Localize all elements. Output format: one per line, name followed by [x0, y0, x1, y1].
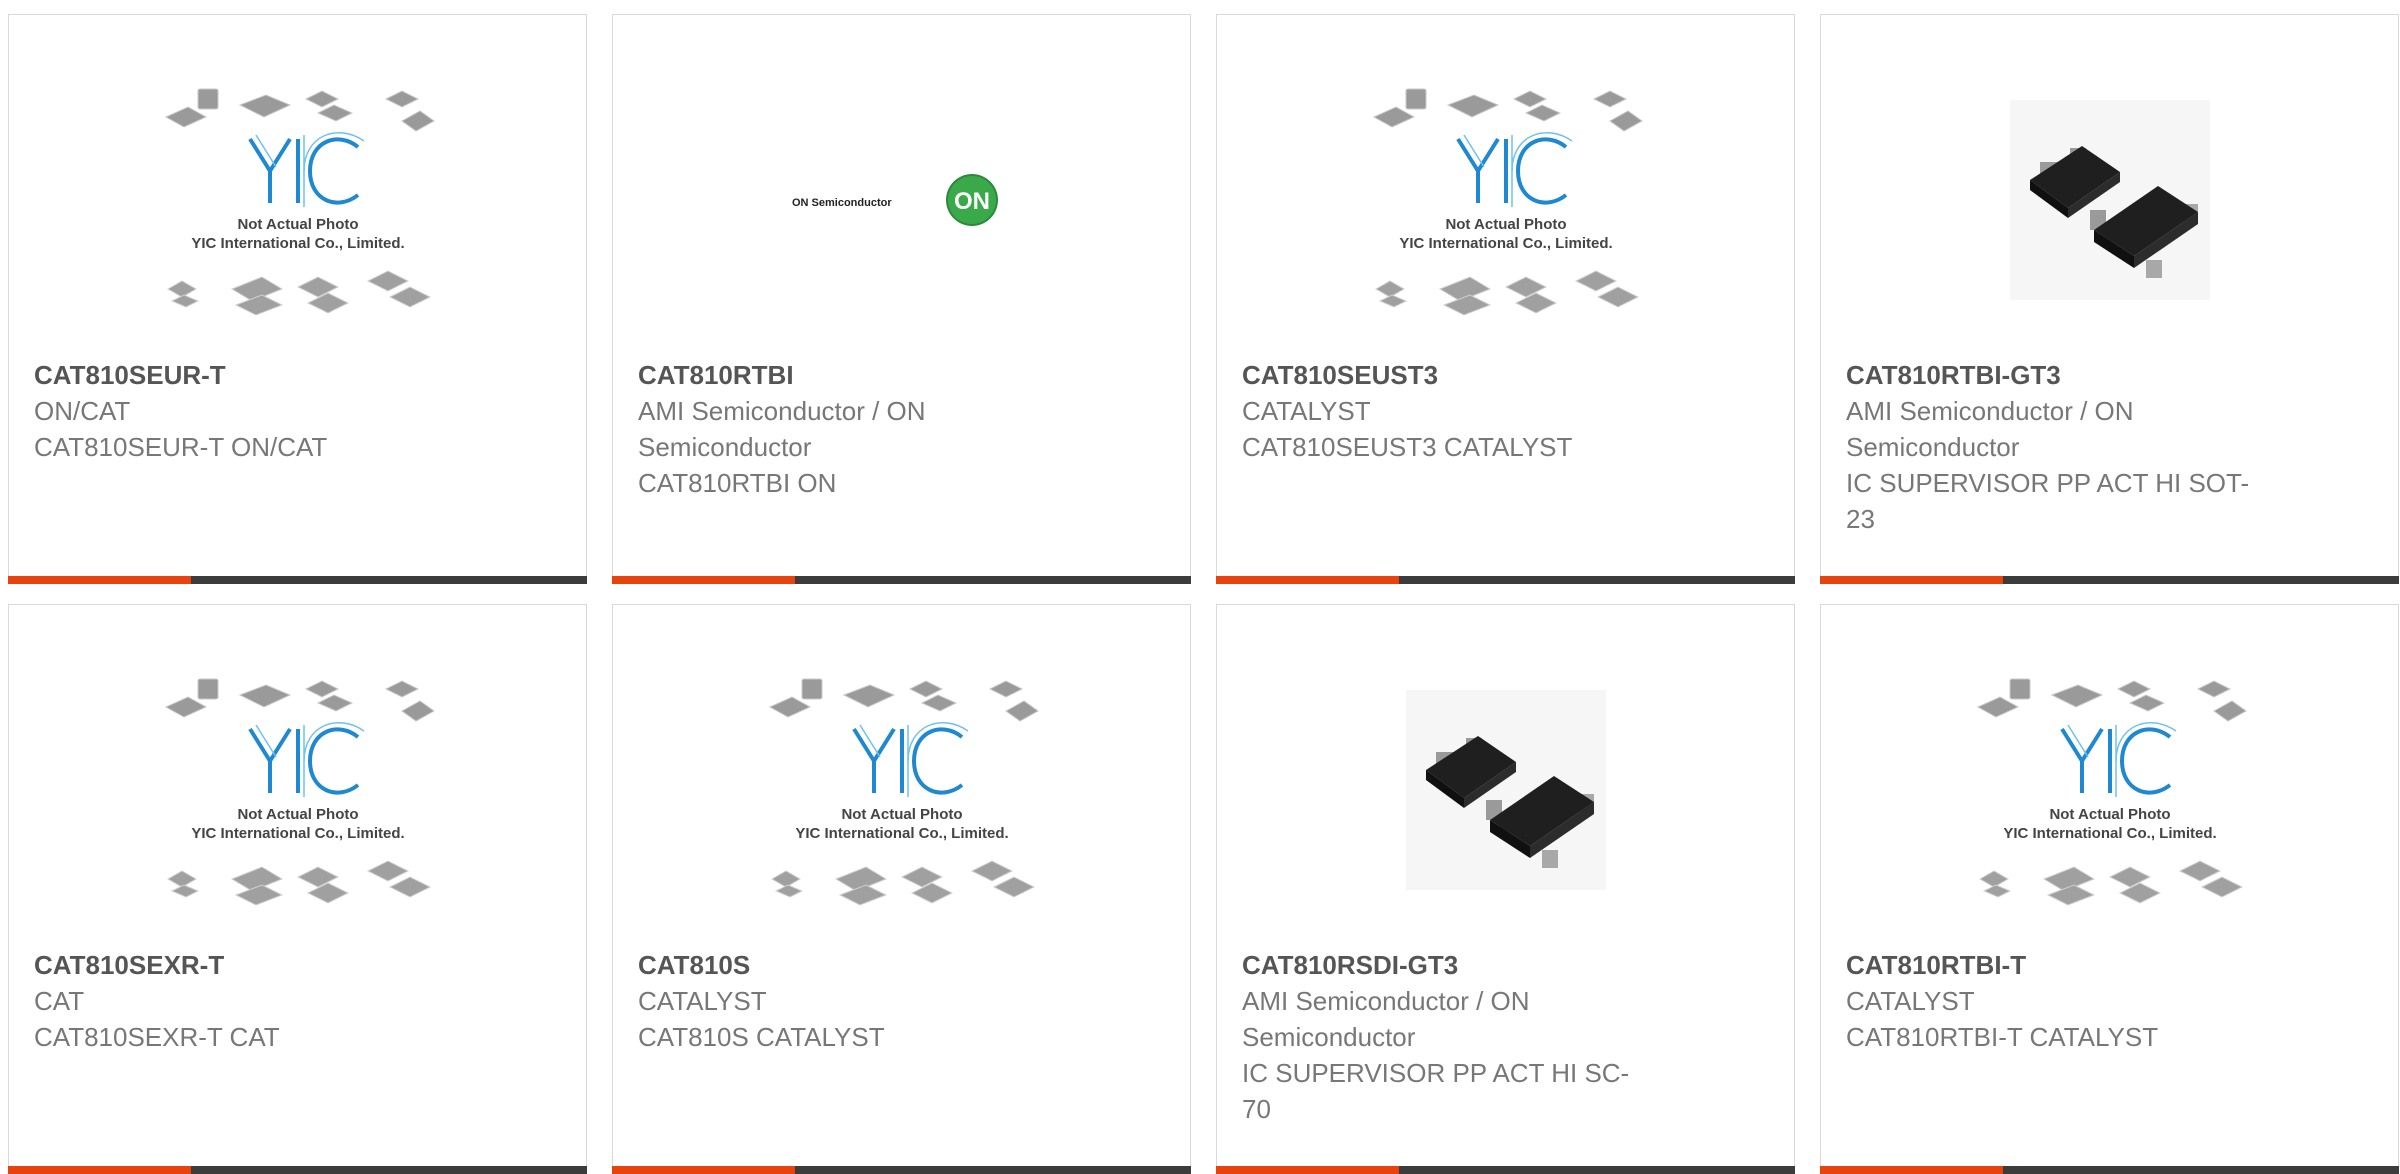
product-part-number[interactable]: CAT810S	[638, 947, 1048, 983]
product-info: CAT810RTBI-GT3 AMI Semiconductor / ON Se…	[1846, 357, 2256, 537]
card-bottom-bar	[612, 1166, 1191, 1174]
product-image[interactable]: ON Semiconductor ON	[613, 45, 1190, 355]
product-part-number[interactable]: CAT810RTBI-GT3	[1846, 357, 2256, 393]
placeholder-line2: YIC International Co., Limited.	[2003, 825, 2216, 842]
yic-placeholder-image: Not Actual Photo YIC International Co., …	[164, 678, 435, 906]
product-card[interactable]: CAT810RSDI-GT3 AMI Semiconductor / ON Se…	[1216, 604, 1795, 1174]
product-image[interactable]: Not Actual Photo YIC International Co., …	[613, 635, 1190, 945]
product-description: CAT810SEXR-T CAT	[34, 1022, 280, 1052]
product-image[interactable]: Not Actual Photo YIC International Co., …	[9, 45, 586, 355]
product-description: CAT810RTBI-T CATALYST	[1846, 1022, 2159, 1052]
product-grid: Not Actual Photo YIC International Co., …	[8, 14, 2399, 1174]
product-info: CAT810RTBI AMI Semiconductor / ON Semico…	[638, 357, 1048, 501]
product-part-number[interactable]: CAT810SEUR-T	[34, 357, 444, 393]
product-card[interactable]: Not Actual Photo YIC International Co., …	[1820, 604, 2399, 1174]
sot-package-photo	[1405, 690, 1606, 890]
product-manufacturer: CATALYST	[1242, 396, 1371, 426]
product-part-number[interactable]: CAT810RTBI-T	[1846, 947, 2256, 983]
on-logo-mark: ON	[954, 188, 990, 215]
card-bottom-bar-accent	[1216, 576, 1399, 584]
product-card[interactable]: Not Actual Photo YIC International Co., …	[1216, 14, 1795, 584]
card-bottom-bar	[1820, 1166, 2399, 1174]
product-part-number[interactable]: CAT810SEUST3	[1242, 357, 1652, 393]
sot-package-photo	[2009, 100, 2210, 300]
product-image[interactable]	[1821, 45, 2398, 355]
product-info: CAT810SEXR-T CAT CAT810SEXR-T CAT	[34, 947, 444, 1055]
product-manufacturer: AMI Semiconductor / ON Semiconductor	[638, 396, 926, 462]
product-part-number[interactable]: CAT810SEXR-T	[34, 947, 444, 983]
product-image[interactable]: Not Actual Photo YIC International Co., …	[1217, 45, 1794, 355]
product-description: IC SUPERVISOR PP ACT HI SOT-23	[1846, 468, 2250, 534]
placeholder-line2: YIC International Co., Limited.	[191, 825, 404, 842]
product-description: CAT810RTBI ON	[638, 468, 837, 498]
product-image[interactable]: Not Actual Photo YIC International Co., …	[1821, 635, 2398, 945]
product-info: CAT810S CATALYST CAT810S CATALYST	[638, 947, 1048, 1055]
yic-placeholder-image: Not Actual Photo YIC International Co., …	[768, 678, 1039, 906]
placeholder-line2: YIC International Co., Limited.	[795, 825, 1008, 842]
placeholder-line2: YIC International Co., Limited.	[191, 235, 404, 252]
on-logo-text: ON Semiconductor	[792, 197, 892, 209]
product-card[interactable]: Not Actual Photo YIC International Co., …	[612, 604, 1191, 1174]
product-card[interactable]: ON Semiconductor ON CAT810RTBI AMI Semic…	[612, 14, 1191, 584]
product-part-number[interactable]: CAT810RSDI-GT3	[1242, 947, 1652, 983]
product-description: CAT810S CATALYST	[638, 1022, 885, 1052]
card-bottom-bar	[1216, 1166, 1795, 1174]
placeholder-line2: YIC International Co., Limited.	[1399, 235, 1612, 252]
card-bottom-bar-accent	[8, 1166, 191, 1174]
card-bottom-bar	[8, 576, 587, 584]
product-description: CAT810SEUST3 CATALYST	[1242, 432, 1573, 462]
product-info: CAT810SEUST3 CATALYST CAT810SEUST3 CATAL…	[1242, 357, 1652, 465]
product-info: CAT810RSDI-GT3 AMI Semiconductor / ON Se…	[1242, 947, 1652, 1127]
product-manufacturer: AMI Semiconductor / ON Semiconductor	[1242, 986, 1530, 1052]
card-bottom-bar-accent	[8, 576, 191, 584]
product-manufacturer: ON/CAT	[34, 396, 131, 426]
product-image[interactable]: Not Actual Photo YIC International Co., …	[9, 635, 586, 945]
product-card[interactable]: CAT810RTBI-GT3 AMI Semiconductor / ON Se…	[1820, 14, 2399, 584]
product-info: CAT810SEUR-T ON/CAT CAT810SEUR-T ON/CAT	[34, 357, 444, 465]
placeholder-line1: Not Actual Photo	[237, 216, 358, 233]
card-bottom-bar	[1216, 576, 1795, 584]
product-card[interactable]: Not Actual Photo YIC International Co., …	[8, 604, 587, 1174]
card-bottom-bar	[8, 1166, 587, 1174]
card-bottom-bar-accent	[1820, 576, 2003, 584]
product-manufacturer: CATALYST	[638, 986, 767, 1016]
card-bottom-bar-accent	[612, 576, 795, 584]
product-manufacturer: CATALYST	[1846, 986, 1975, 1016]
yic-placeholder-image: Not Actual Photo YIC International Co., …	[164, 88, 435, 316]
yic-placeholder-image: Not Actual Photo YIC International Co., …	[1372, 88, 1643, 316]
on-semiconductor-logo: ON Semiconductor ON	[792, 174, 998, 226]
product-description: CAT810SEUR-T ON/CAT	[34, 432, 328, 462]
card-bottom-bar	[1820, 576, 2399, 584]
product-manufacturer: CAT	[34, 986, 85, 1016]
card-bottom-bar	[612, 576, 1191, 584]
product-image[interactable]	[1217, 635, 1794, 945]
product-part-number[interactable]: CAT810RTBI	[638, 357, 1048, 393]
product-info: CAT810RTBI-T CATALYST CAT810RTBI-T CATAL…	[1846, 947, 2256, 1055]
product-description: IC SUPERVISOR PP ACT HI SC-70	[1242, 1058, 1630, 1124]
yic-placeholder-image: Not Actual Photo YIC International Co., …	[1976, 678, 2247, 906]
product-manufacturer: AMI Semiconductor / ON Semiconductor	[1846, 396, 2134, 462]
placeholder-line1: Not Actual Photo	[1445, 216, 1566, 233]
card-bottom-bar-accent	[1820, 1166, 2003, 1174]
placeholder-line1: Not Actual Photo	[2049, 806, 2170, 823]
card-bottom-bar-accent	[612, 1166, 795, 1174]
placeholder-line1: Not Actual Photo	[237, 806, 358, 823]
card-bottom-bar-accent	[1216, 1166, 1399, 1174]
placeholder-line1: Not Actual Photo	[841, 806, 962, 823]
product-card[interactable]: Not Actual Photo YIC International Co., …	[8, 14, 587, 584]
